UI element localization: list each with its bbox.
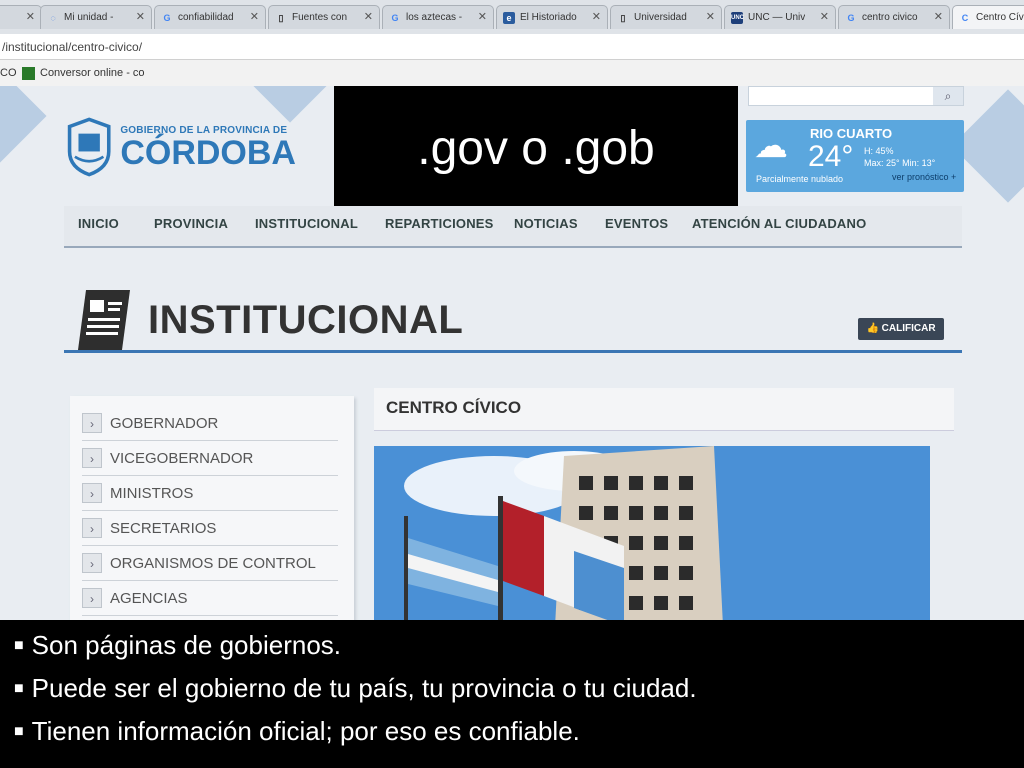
coat-of-arms-icon: [67, 117, 111, 177]
weather-widget[interactable]: ☁ RIO CUARTO 24° H: 45% Max: 25° Min: 13…: [746, 120, 964, 192]
tab-historiador[interactable]: e El Historiado ✕: [496, 5, 608, 29]
overlay-title: .gov o .gob: [334, 86, 738, 206]
close-icon[interactable]: ✕: [934, 10, 943, 23]
tab-universidad[interactable]: ▯ Universidad ✕: [610, 5, 722, 29]
logo-text: GOBIERNO DE LA PROVINCIA DE CÓRDOBA: [120, 125, 296, 170]
title-underline: [64, 350, 962, 353]
address-url: /institucional/centro-civico/: [2, 40, 143, 54]
sidebar-item-label: AGENCIAS: [110, 589, 188, 607]
site-search-input[interactable]: ⌕: [748, 86, 964, 106]
content-title: CENTRO CÍVICO: [386, 398, 522, 417]
chevron-right-icon: ›: [82, 413, 102, 433]
chevron-right-icon: ›: [82, 553, 102, 573]
search-icon[interactable]: ⌕: [933, 87, 963, 105]
tab-unc[interactable]: UNC UNC — Univ ✕: [724, 5, 836, 29]
sidebar-item-vicegobernador[interactable]: › VICEGOBERNADOR: [82, 441, 338, 476]
sidebar-item-secretarios[interactable]: › SECRETARIOS: [82, 511, 338, 546]
web-page: GOBIERNO DE LA PROVINCIA DE CÓRDOBA ⌕ ☁ …: [0, 86, 1024, 620]
unc-icon: UNC: [731, 11, 744, 24]
decorative-shape: [0, 86, 47, 173]
caption-panel: ■ Son páginas de gobiernos. ■ Puede ser …: [0, 620, 1024, 768]
sidebar-item-label: MINISTROS: [110, 484, 194, 502]
centro-civico-photo: [374, 446, 930, 620]
close-icon[interactable]: ✕: [364, 10, 373, 23]
calificar-button[interactable]: 👍 CALIFICAR: [858, 318, 944, 340]
weather-temp: 24°: [808, 140, 854, 173]
close-icon[interactable]: ✕: [706, 10, 715, 23]
thumbs-up-icon: 👍: [866, 323, 879, 334]
google-icon: G: [391, 12, 399, 23]
cordoba-logo[interactable]: GOBIERNO DE LA PROVINCIA DE CÓRDOBA: [66, 112, 296, 182]
bullet-item: ■ Son páginas de gobiernos.: [14, 630, 341, 661]
chevron-right-icon: ›: [82, 483, 102, 503]
weather-forecast-link[interactable]: ver pronóstico +: [892, 172, 956, 182]
site-icon: e: [503, 11, 515, 24]
square-bullet-icon: ■: [14, 722, 24, 740]
weather-city: RIO CUARTO: [810, 126, 893, 141]
sidebar-item-label: ORGANISMOS DE CONTROL: [110, 554, 316, 572]
close-icon[interactable]: ✕: [592, 10, 601, 23]
square-bullet-icon: ■: [14, 679, 24, 697]
nav-inicio[interactable]: INICIO: [78, 206, 119, 246]
google-icon: G: [847, 12, 855, 23]
page-icon: ▯: [620, 12, 626, 23]
sidebar-item-label: SECRETARIOS: [110, 519, 217, 537]
loading-icon: C: [961, 12, 969, 23]
content-header: CENTRO CÍVICO: [374, 388, 954, 431]
weather-humidity: H: 45%: [864, 146, 894, 156]
bookmark-icon: [22, 66, 35, 80]
close-icon[interactable]: ✕: [26, 10, 35, 23]
tab-centro-civico-search[interactable]: G centro civico ✕: [838, 5, 950, 29]
tab-mi-unidad[interactable]: ◌ Mi unidad - ✕: [40, 5, 152, 29]
drive-icon: ◌: [50, 12, 56, 23]
close-icon[interactable]: ✕: [136, 10, 145, 23]
sidebar-menu: › GOBERNADOR › VICEGOBERNADOR › MINISTRO…: [70, 396, 354, 620]
bookmark-conversor-label: Conversor online - co: [40, 67, 145, 79]
chevron-right-icon: ›: [82, 588, 102, 608]
close-icon[interactable]: ✕: [250, 10, 259, 23]
nav-provincia[interactable]: PROVINCIA: [154, 206, 228, 246]
nav-atencion[interactable]: ATENCIÓN AL CIUDADANO: [692, 206, 866, 246]
main-nav: INICIO PROVINCIA INSTITUCIONAL REPARTICI…: [64, 206, 962, 248]
address-bar[interactable]: /institucional/centro-civico/: [0, 34, 1024, 60]
bullet-text: Son páginas de gobiernos.: [31, 630, 342, 660]
tab-aztecas[interactable]: G los aztecas - ✕: [382, 5, 494, 29]
google-icon: G: [163, 12, 171, 23]
sidebar-item-ministros[interactable]: › MINISTROS: [82, 476, 338, 511]
square-bullet-icon: ■: [14, 636, 24, 654]
page-icon: ▯: [278, 12, 284, 23]
sidebar-item-label: GOBERNADOR: [110, 414, 219, 432]
chevron-right-icon: ›: [82, 448, 102, 468]
tab-centro-civico-active[interactable]: C Centro Cív: [952, 5, 1024, 29]
tab-1[interactable]: ▯ 1. ✕: [0, 5, 42, 29]
bookmarks-bar: CO Conversor online - co: [0, 60, 1024, 87]
weather-description: Parcialmente nublado: [756, 174, 844, 184]
close-icon[interactable]: ✕: [820, 10, 829, 23]
tab-confiabilidad[interactable]: G confiabilidad ✕: [154, 5, 266, 29]
sidebar-item-organismos[interactable]: › ORGANISMOS DE CONTROL: [82, 546, 338, 581]
bookmark-co[interactable]: CO: [0, 60, 17, 86]
bullet-item: ■ Tienen información oficial; por eso es…: [14, 716, 580, 747]
close-icon[interactable]: ✕: [478, 10, 487, 23]
sidebar-item-gobernador[interactable]: › GOBERNADOR: [82, 406, 338, 441]
nav-institucional[interactable]: INSTITUCIONAL: [255, 206, 358, 246]
bookmark-conversor[interactable]: Conversor online - co: [22, 60, 145, 86]
nav-noticias[interactable]: NOTICIAS: [514, 206, 578, 246]
browser-tab-bar: ▯ 1. ✕ ◌ Mi unidad - ✕ G confiabilidad ✕…: [0, 0, 1024, 35]
page-title: INSTITUCIONAL: [148, 298, 464, 342]
sidebar-item-label: VICEGOBERNADOR: [110, 449, 254, 467]
tab-fuentes[interactable]: ▯ Fuentes con ✕: [268, 5, 380, 29]
bullet-item: ■ Puede ser el gobierno de tu país, tu p…: [14, 673, 697, 704]
calificar-label: CALIFICAR: [881, 323, 936, 334]
logo-line2: CÓRDOBA: [120, 133, 296, 172]
nav-reparticiones[interactable]: REPARTICIONES: [385, 206, 494, 246]
bullet-text: Puede ser el gobierno de tu país, tu pro…: [31, 673, 697, 703]
nav-eventos[interactable]: EVENTOS: [605, 206, 668, 246]
sidebar-item-agencias[interactable]: › AGENCIAS: [82, 581, 338, 616]
document-icon: [78, 290, 130, 350]
chevron-right-icon: ›: [82, 518, 102, 538]
weather-minmax: Max: 25° Min: 13°: [864, 158, 936, 168]
bullet-text: Tienen información oficial; por eso es c…: [31, 716, 580, 746]
partly-cloudy-icon: ☁: [754, 127, 788, 165]
